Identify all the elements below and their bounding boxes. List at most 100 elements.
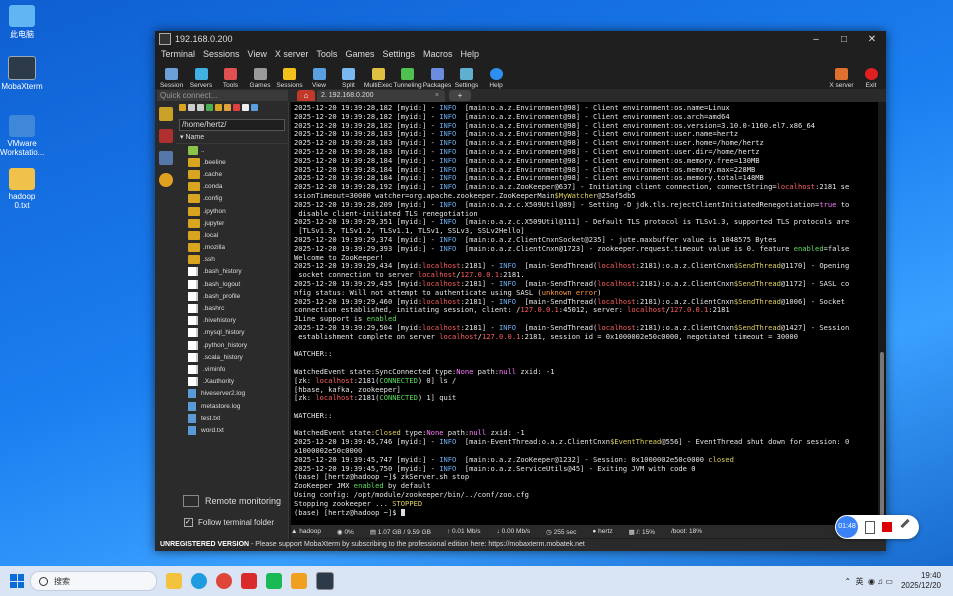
file-list-item[interactable]: .viminfo — [188, 363, 288, 375]
download-icon[interactable] — [188, 104, 195, 111]
edge-icon[interactable] — [191, 573, 207, 589]
toolbar-exit-button[interactable]: Exit — [857, 68, 886, 89]
menu-x-server[interactable]: X server — [271, 49, 313, 59]
sftp-icon[interactable] — [158, 151, 173, 165]
terminal-text: 2025-12-20 19:39:29,434 [myid: — [294, 261, 423, 271]
toolbar-split-button[interactable]: Split — [334, 68, 363, 89]
file-list-item[interactable]: .jupyter — [188, 217, 288, 229]
maximize-button[interactable]: □ — [830, 34, 858, 45]
file-explorer-icon[interactable] — [166, 573, 182, 589]
menu-games[interactable]: Games — [341, 49, 378, 59]
desktop-icon-hadoop-file[interactable]: hadoop 0.txt — [0, 168, 44, 210]
minimize-button[interactable]: – — [802, 34, 830, 45]
edit-icon[interactable] — [242, 104, 249, 111]
desktop-icon-this-pc[interactable]: 此电脑 — [0, 5, 44, 40]
monitor-icon — [183, 495, 199, 507]
file-list-item[interactable]: .bash_history — [188, 266, 288, 278]
taskbar-search[interactable]: 搜索 — [30, 571, 157, 591]
macros-icon[interactable] — [158, 173, 173, 187]
quick-connect-input[interactable]: Quick connect... — [157, 90, 288, 101]
chrome-icon[interactable] — [216, 573, 232, 589]
name-column-header[interactable]: ▾ Name — [176, 133, 288, 144]
toolbar-x-server-button[interactable]: X server — [827, 68, 856, 89]
wechat-icon[interactable] — [266, 573, 282, 589]
new-file-icon[interactable] — [224, 104, 231, 111]
wps-icon[interactable] — [241, 573, 257, 589]
file-list-item[interactable]: .ssh — [188, 254, 288, 266]
toolbar-servers-button[interactable]: Servers — [187, 68, 216, 89]
toolbar-packages-button[interactable]: Packages — [423, 68, 452, 89]
path-input[interactable]: /home/hertz/ — [179, 119, 285, 131]
menu-macros[interactable]: Macros — [419, 49, 457, 59]
sessions-star-icon[interactable] — [158, 107, 173, 121]
terminal-output[interactable]: 2025-12-20 19:39:28,182 [myid:] - INFO [… — [291, 102, 878, 525]
file-list-item[interactable]: .bash_logout — [188, 278, 288, 290]
file-list-item[interactable]: .. — [188, 144, 288, 156]
file-list-item[interactable]: .local — [188, 229, 288, 241]
toolbar-games-button[interactable]: Games — [246, 68, 275, 89]
desktop-icon-mobaxterm[interactable]: MobaXterm — [0, 56, 44, 91]
file-list-item[interactable]: .ipython — [188, 205, 288, 217]
upload-icon[interactable] — [197, 104, 204, 111]
unregistered-banner[interactable]: UNREGISTERED VERSION - Please support Mo… — [155, 539, 886, 551]
new-tab-button[interactable]: + — [449, 90, 471, 101]
tray-chevron-icon[interactable]: ⌃ — [844, 577, 851, 586]
menu-view[interactable]: View — [244, 49, 271, 59]
app-icon[interactable] — [291, 573, 307, 589]
home-tab[interactable]: ⌂ — [297, 90, 315, 101]
tab-close-icon[interactable]: × — [435, 90, 439, 102]
follow-terminal-checkbox[interactable]: ✓ Follow terminal folder — [177, 515, 287, 529]
menu-sessions[interactable]: Sessions — [199, 49, 244, 59]
refresh-icon[interactable] — [206, 104, 213, 111]
toolbar-multiexec-button[interactable]: MultiExec — [364, 68, 393, 89]
input-language[interactable]: 英 — [855, 576, 863, 587]
wifi-icon[interactable]: ◉ — [868, 577, 875, 586]
toolbar-tools-button[interactable]: Tools — [216, 68, 245, 89]
file-list-item[interactable]: .mozilla — [188, 242, 288, 254]
file-list-item[interactable]: .scala_history — [188, 351, 288, 363]
clock[interactable]: 19:40 2025/12/20 — [901, 571, 941, 591]
file-list-item[interactable]: .bashrc — [188, 302, 288, 314]
toolbar-tunneling-button[interactable]: Tunneling — [393, 68, 422, 89]
terminal-scrollbar[interactable] — [878, 102, 886, 525]
file-list-item[interactable]: .cache — [188, 168, 288, 180]
desktop-icon-vmware[interactable]: VMware Workstatio... — [0, 115, 44, 157]
menu-help[interactable]: Help — [457, 49, 484, 59]
menu-settings[interactable]: Settings — [378, 49, 419, 59]
file-list-item[interactable]: .python_history — [188, 339, 288, 351]
close-button[interactable]: ✕ — [858, 34, 886, 45]
volume-icon[interactable]: ♫ — [877, 577, 883, 586]
file-list-item[interactable]: word.txt — [188, 424, 288, 436]
file-list-item[interactable]: .beeline — [188, 156, 288, 168]
tab-session-active[interactable]: 2. 192.168.0.200 × — [317, 90, 445, 102]
pointer-icon[interactable] — [865, 521, 875, 534]
stop-icon[interactable] — [882, 522, 892, 532]
toolbar-help-button[interactable]: Help — [482, 68, 511, 89]
mobaxterm-taskbar-icon[interactable] — [316, 572, 334, 590]
start-button[interactable] — [10, 574, 24, 588]
menu-terminal[interactable]: Terminal — [157, 49, 199, 59]
file-list-item[interactable]: .config — [188, 193, 288, 205]
tools-icon[interactable] — [158, 129, 173, 143]
file-list-item[interactable]: test.txt — [188, 412, 288, 424]
file-list-item[interactable]: .hivehistory — [188, 315, 288, 327]
file-list-item[interactable]: .Xauthority — [188, 376, 288, 388]
pen-icon[interactable] — [900, 518, 910, 529]
file-list-item[interactable]: .conda — [188, 181, 288, 193]
file-list-item[interactable]: .bash_profile — [188, 290, 288, 302]
menu-tools[interactable]: Tools — [312, 49, 341, 59]
folder-up-icon[interactable] — [179, 104, 186, 111]
scrollbar-thumb[interactable] — [880, 352, 884, 522]
delete-icon[interactable] — [233, 104, 240, 111]
file-list-item[interactable]: .mysql_history — [188, 327, 288, 339]
file-list-item[interactable]: hiveserver2.log — [188, 388, 288, 400]
remote-monitoring-button[interactable]: Remote monitoring — [177, 493, 287, 509]
battery-icon[interactable]: ▭ — [885, 577, 893, 586]
file-list-item[interactable]: metastore.log — [188, 400, 288, 412]
toolbar-view-button[interactable]: View — [305, 68, 334, 89]
toolbar-session-button[interactable]: Session — [157, 68, 186, 89]
new-folder-icon[interactable] — [215, 104, 222, 111]
toolbar-settings-button[interactable]: Settings — [452, 68, 481, 89]
info-icon[interactable] — [251, 104, 258, 111]
toolbar-sessions-button[interactable]: Sessions — [275, 68, 304, 89]
